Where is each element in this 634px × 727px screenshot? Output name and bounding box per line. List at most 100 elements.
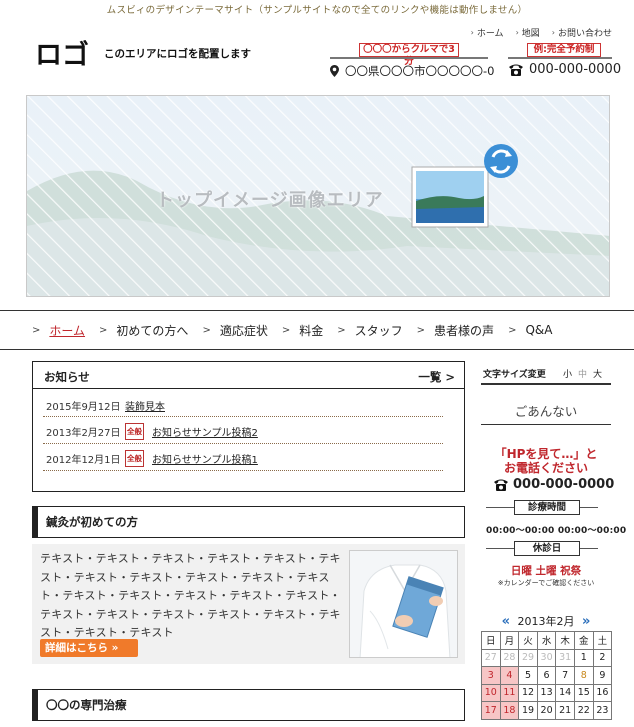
calendar-day[interactable]: 1	[573, 648, 594, 667]
arrow-icon: ›	[551, 28, 555, 37]
calendar-day[interactable]: 14	[555, 683, 575, 702]
chevron-right-icon: >	[508, 324, 517, 336]
calendar-weekday: 水	[536, 631, 557, 650]
calendar-weekday: 金	[573, 631, 594, 650]
image-placeholder-icon	[411, 144, 518, 228]
calendar-day[interactable]: 8	[573, 666, 594, 685]
nav-item-qa[interactable]: > Q&A	[508, 323, 552, 337]
chevron-right-icon: >	[32, 324, 41, 336]
news-link[interactable]: お知らせサンプル投稿2	[152, 424, 258, 439]
divider	[508, 57, 612, 59]
calendar-day[interactable]: 7	[555, 666, 575, 685]
calendar-day[interactable]: 5	[518, 666, 538, 685]
calendar-weekday: 火	[518, 631, 538, 650]
font-size-medium[interactable]: 中	[578, 367, 587, 380]
nav-item-staff[interactable]: > スタッフ	[337, 322, 402, 339]
divider	[481, 424, 611, 425]
section-heading-first-time: 鍼灸が初めての方	[32, 506, 465, 538]
util-link-contact[interactable]: › お問い合わせ	[552, 26, 612, 39]
calendar-day[interactable]: 17	[481, 701, 501, 720]
details-button[interactable]: 詳細はこちら »	[40, 639, 138, 657]
font-size-large[interactable]: 大	[593, 367, 602, 380]
divider	[330, 57, 488, 59]
nav-item-first-visit[interactable]: > 初めての方へ	[99, 322, 188, 339]
calendar-day[interactable]: 18	[499, 701, 520, 720]
calendar-day[interactable]: 27	[481, 648, 501, 667]
holiday-note: ※カレンダーでご確認ください	[497, 579, 595, 587]
calendar-weekday: 月	[499, 631, 520, 650]
map-pin-icon	[330, 65, 339, 77]
news-link[interactable]: お知らせサンプル投稿1	[152, 451, 258, 466]
calendar-day[interactable]: 10	[481, 683, 501, 702]
nav-item-symptoms[interactable]: > 適応症状	[202, 322, 267, 339]
calendar-day[interactable]: 23	[592, 701, 613, 720]
calendar-day[interactable]: 15	[573, 683, 594, 702]
doctor-photo	[349, 550, 458, 658]
guide-heading: ごあんない	[514, 404, 578, 419]
access-badge: 〇〇〇からクルマで3分	[359, 43, 459, 67]
sidebar-phone[interactable]: 000-000-0000	[493, 477, 614, 492]
reservation-badge: 例:完全予約制	[527, 43, 601, 57]
news-more-link[interactable]: 一覧 >	[418, 369, 455, 385]
arrow-icon: ›	[470, 28, 474, 37]
calendar-day[interactable]: 4	[499, 666, 520, 685]
news-row: 2015年9月12日 装飾見本	[43, 395, 443, 417]
calendar-next-button[interactable]: »	[582, 614, 590, 629]
calendar-header: « 2013年2月 »	[481, 613, 611, 629]
hero-text: トップイメージ画像エリア	[156, 190, 384, 211]
holiday-label: 休診日	[514, 541, 580, 556]
news-row: 2013年2月27日 全般 お知らせサンプル投稿2	[43, 419, 443, 444]
calendar-day[interactable]: 21	[555, 701, 575, 720]
font-size-small[interactable]: 小	[563, 367, 572, 380]
chevron-right-icon: >	[202, 324, 211, 336]
hours-label: 診療時間	[514, 500, 580, 515]
hours-text: 00:00～00:00 00:00～00:00	[486, 526, 627, 536]
calendar-day[interactable]: 22	[573, 701, 594, 720]
chevron-right-icon: >	[99, 324, 108, 336]
utility-nav: › ホーム › 地図 › お問い合わせ	[471, 26, 612, 39]
calendar-table: 日月火水木金土 27 28 29 30 31 1 2 3 4 5 6 7 8 9 10 11 12 13 14 15 16…	[481, 631, 613, 720]
calendar-day[interactable]: 13	[536, 683, 557, 702]
nav-item-voices[interactable]: > 患者様の声	[417, 322, 494, 339]
nav-item-home[interactable]: > ホーム	[32, 322, 85, 339]
chevron-right-icon: >	[416, 324, 426, 336]
divider	[33, 388, 464, 389]
nav-item-price[interactable]: > 料金	[282, 322, 323, 339]
section-heading-specialty: 〇〇の専門治療	[32, 689, 465, 721]
calendar-weekday: 土	[592, 631, 613, 650]
news-row: 2012年12月1日 全般 お知らせサンプル投稿1	[43, 446, 443, 471]
calendar-prev-button[interactable]: «	[502, 614, 510, 629]
calendar-day[interactable]: 31	[555, 648, 575, 667]
calendar-weekday: 日	[481, 631, 501, 650]
calendar-day[interactable]: 28	[499, 648, 520, 667]
header-phone[interactable]: 000-000-0000	[508, 62, 621, 77]
calendar-day[interactable]: 3	[481, 666, 501, 685]
calendar-day[interactable]: 30	[536, 648, 557, 667]
svg-text:ロゴ: ロゴ	[35, 40, 89, 68]
util-link-map[interactable]: › 地図	[516, 26, 540, 39]
address: 〇〇県〇〇〇市〇〇〇〇〇-0	[330, 63, 494, 79]
calendar-day[interactable]: 20	[536, 701, 557, 720]
calendar-day[interactable]: 19	[518, 701, 538, 720]
chevron-right-icon: >	[445, 370, 455, 384]
calendar-day[interactable]: 16	[592, 683, 613, 702]
site-logo[interactable]: ロゴ	[35, 40, 95, 68]
call-cta: 「HPを見て…」と お電話ください	[494, 447, 598, 475]
calendar-day[interactable]: 2	[592, 648, 613, 667]
news-title: お知らせ	[44, 370, 90, 384]
category-badge: 全般	[125, 449, 144, 467]
arrow-icon: ›	[515, 28, 519, 37]
phone-icon	[494, 479, 508, 491]
calendar-day[interactable]: 6	[536, 666, 557, 685]
calendar-day[interactable]: 29	[518, 648, 538, 667]
news-box: お知らせ 一覧 > 2015年9月12日 装飾見本 2013年2月27日 全般 …	[32, 361, 465, 492]
calendar-day[interactable]: 11	[499, 683, 520, 702]
calendar-weekday: 木	[555, 631, 575, 650]
chevron-right-icon: >	[337, 324, 346, 336]
divider	[481, 383, 611, 385]
font-size-label: 文字サイズ変更	[483, 370, 546, 380]
calendar-day[interactable]: 12	[518, 683, 538, 702]
util-link-home[interactable]: › ホーム	[471, 26, 504, 39]
calendar-day[interactable]: 9	[592, 666, 613, 685]
news-link[interactable]: 装飾見本	[125, 398, 165, 413]
